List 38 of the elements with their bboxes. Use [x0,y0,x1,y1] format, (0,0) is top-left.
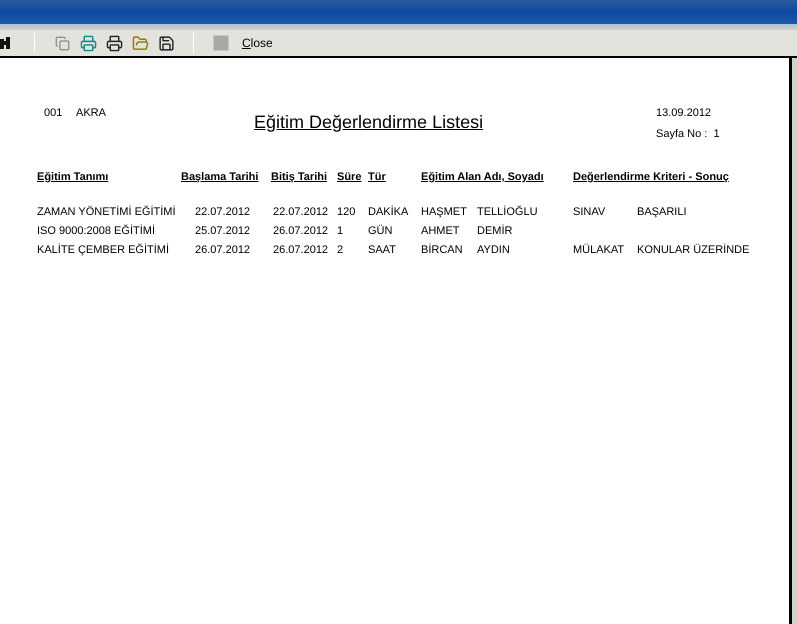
table-cell-text: 1 [337,224,344,236]
table-cell-text: 22.07.2012 [273,204,330,216]
column-header: Bitiş Tarihi [271,171,328,183]
column-header: Eğitim Tanımı [37,171,108,183]
table-cell-text: 25.07.2012 [195,224,252,236]
table-cell-text: HAŞMET [421,204,468,216]
company-name: AKRA [76,106,107,121]
table-cell-text: GÜN [368,224,394,236]
column-header: Tür [368,171,386,183]
table-cell-text: BİRCAN [421,242,464,254]
table-cell-text: DEMİR [477,224,514,236]
report-date: 13.09.2012 [656,106,712,121]
close-button[interactable]: Close [242,34,273,52]
column-header: Değerlendirme Kriteri - Sonuç [573,171,729,183]
table-cell-text: 26.07.2012 [195,242,252,254]
table-cell-text: DAKİKA [368,204,410,216]
table-cell-text: ZAMAN YÖNETİMİ EĞİTİMİ [37,204,177,216]
table-cell-text: 22.07.2012 [195,204,252,216]
column-header: Başlama Tarihi [181,171,258,183]
report-title: Eğitim Değerlendirme Listesi [254,111,484,134]
table-cell-text: ISO 9000:2008 EĞİTİMİ [37,224,156,236]
table-cell-text: BAŞARILI [637,204,687,216]
table-cell-text: 120 [337,204,356,216]
table-cell-text: 2 [337,242,344,254]
column-header: Süre [337,171,362,183]
table-cell-text: KALİTE ÇEMBER EĞİTİMİ [37,242,170,254]
table-cell-text: 26.07.2012 [273,224,330,236]
table-cell-text: SINAV [573,204,606,216]
table-cell-text: SAAT [368,242,397,254]
table-cell-text: TELLİOĞLU [477,204,539,216]
table-cell-text: MÜLAKAT [573,242,626,254]
table-cell-text: AYDIN [477,242,511,254]
table-cell-text: AHMET [421,224,460,236]
column-header: Eğitim Alan Adı, Soyadı [421,171,544,183]
table-cell-text: 26.07.2012 [273,242,330,254]
table-cell-text: KONULAR ÜZERİNDE [637,242,750,254]
page-number: Sayfa No : 1 [656,126,720,142]
company-code: 001 [44,106,64,121]
